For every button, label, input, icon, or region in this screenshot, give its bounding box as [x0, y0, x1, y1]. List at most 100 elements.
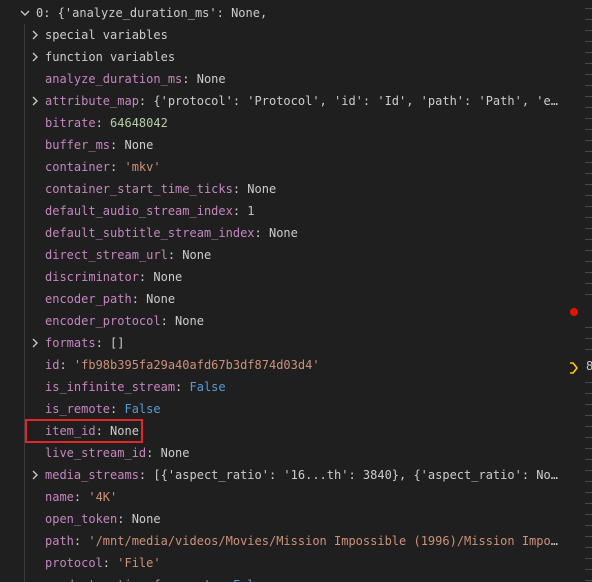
variable-content: container: 'mkv' [45, 156, 560, 178]
gutter-line-marker [585, 30, 592, 31]
variable-row[interactable]: direct_stream_url: None [0, 244, 566, 266]
variable-name: discriminator [45, 270, 139, 284]
gutter-line-marker [585, 239, 592, 240]
variable-row[interactable]: name: '4K' [0, 486, 566, 508]
gutter-line-marker [585, 569, 592, 570]
variable-root-row[interactable]: 0: {'analyze_duration_ms': None, [0, 2, 566, 24]
gutter-line-marker [585, 96, 592, 97]
gutter-line-marker [585, 272, 592, 273]
variable-row[interactable]: is_infinite_stream: False [0, 376, 566, 398]
variable-row[interactable]: is_remote: False [0, 398, 566, 420]
gutter-line-marker [585, 558, 592, 559]
variables-panel: 0: {'analyze_duration_ms': None, special… [0, 0, 570, 582]
gutter-line-marker [585, 415, 592, 416]
variable-separator: : [138, 468, 154, 482]
variable-row[interactable]: live_stream_id: None [0, 442, 566, 464]
variable-content: container_start_time_ticks: None [45, 178, 560, 200]
gutter-line-marker [585, 52, 592, 53]
variable-separator: : [131, 292, 147, 306]
variable-content: function variables [45, 46, 560, 68]
variable-name: encoder_protocol [45, 314, 161, 328]
variable-value: False [124, 402, 161, 416]
variable-row[interactable]: read_at_native_framerate: False [0, 574, 566, 582]
gutter-line-marker [585, 74, 592, 75]
variable-row[interactable]: open_token: None [0, 508, 566, 530]
chevron-right-icon[interactable] [28, 464, 42, 486]
gutter-line-marker [585, 547, 592, 548]
variable-name: read_at_native_framerate [45, 578, 218, 582]
variable-separator: : [167, 248, 183, 262]
variable-name: buffer_ms [45, 138, 111, 152]
gutter-line-marker [585, 261, 592, 262]
gutter-line-marker [585, 217, 592, 218]
variable-row[interactable]: media_streams: [{'aspect_ratio': '16...t… [0, 464, 566, 486]
variable-value: None [268, 226, 298, 240]
variable-name: open_token [45, 512, 118, 526]
variable-value: 'fb98b395fa29a40afd67b3df874d03d4' [73, 358, 320, 372]
variable-content: default_audio_stream_index: 1 [45, 200, 560, 222]
variable-row[interactable]: formats: [] [0, 332, 566, 354]
variable-content: attribute_map: {'protocol': 'Protocol', … [45, 90, 560, 112]
variable-content: id: 'fb98b395fa29a40afd67b3df874d03d4' [45, 354, 560, 376]
variable-row[interactable]: buffer_ms: None [0, 134, 566, 156]
variable-row[interactable]: container_start_time_ticks: None [0, 178, 566, 200]
variable-content: special variables [45, 24, 560, 46]
variable-value: 64648042 [110, 116, 168, 130]
variable-row[interactable]: function variables [0, 46, 566, 68]
variable-row[interactable]: analyze_duration_ms: None [0, 68, 566, 90]
variable-root-label: 0: {'analyze_duration_ms': None, [36, 6, 268, 20]
variable-row[interactable]: protocol: 'File' [0, 552, 566, 574]
gutter-line-marker [585, 459, 592, 460]
chevron-right-icon[interactable] [28, 24, 42, 46]
gutter-line-marker [585, 393, 592, 394]
gutter-line-marker [585, 228, 592, 229]
chevron-right-icon[interactable] [28, 332, 42, 354]
variable-name: path [45, 534, 74, 548]
variable-row[interactable]: encoder_protocol: None [0, 310, 566, 332]
variable-content: protocol: 'File' [45, 552, 560, 574]
variable-row[interactable]: attribute_map: {'protocol': 'Protocol', … [0, 90, 566, 112]
highlight-annotation-box [25, 419, 143, 443]
gutter-line-marker [585, 448, 592, 449]
variable-row[interactable]: default_subtitle_stream_index: None [0, 222, 566, 244]
variable-row[interactable]: bitrate: 64648042 [0, 112, 566, 134]
variable-value: None [175, 314, 204, 328]
gutter-line-marker [585, 481, 592, 482]
variable-value: None [131, 512, 161, 526]
chevron-down-icon[interactable] [18, 2, 32, 24]
variable-name: id [45, 358, 60, 372]
chevron-right-icon[interactable] [28, 90, 42, 112]
variable-separator: : [138, 94, 154, 108]
gutter-line-marker [585, 470, 592, 471]
variable-separator: : [73, 534, 89, 548]
variable-separator: : [110, 138, 125, 152]
variable-content: default_subtitle_stream_index: None [45, 222, 560, 244]
variable-row[interactable]: path: '/mnt/media/videos/Movies/Mission … [0, 530, 566, 552]
variable-row[interactable]: container: 'mkv' [0, 156, 566, 178]
variable-row[interactable]: special variables [0, 24, 566, 46]
variable-name: live_stream_id [45, 446, 147, 460]
breakpoint-icon[interactable] [570, 308, 578, 316]
variable-content: encoder_path: None [45, 288, 560, 310]
editor-gutter: 8 [570, 0, 592, 582]
gutter-line-marker [585, 129, 592, 130]
gutter-line-marker [585, 525, 592, 526]
variable-value: None [182, 248, 212, 262]
variable-name: default_subtitle_stream_index [45, 226, 255, 240]
variable-value: None [160, 446, 190, 460]
variable-content: formats: [] [45, 332, 560, 354]
variable-content: discriminator: None [45, 266, 560, 288]
gutter-line-marker [585, 85, 592, 86]
variable-row[interactable]: encoder_path: None [0, 288, 566, 310]
variable-name: default_audio_stream_index [45, 204, 233, 218]
variable-row[interactable]: discriminator: None [0, 266, 566, 288]
variable-value: None [146, 292, 176, 306]
gutter-line-marker [585, 338, 592, 339]
variable-value: None [153, 270, 183, 284]
chevron-right-icon[interactable] [28, 46, 42, 68]
gutter-line-marker [585, 184, 592, 185]
variable-row[interactable]: default_audio_stream_index: 1 [0, 200, 566, 222]
current-line-arrow-icon[interactable] [570, 361, 579, 375]
variable-content: encoder_protocol: None [45, 310, 560, 332]
variable-row[interactable]: id: 'fb98b395fa29a40afd67b3df874d03d4' [0, 354, 566, 376]
